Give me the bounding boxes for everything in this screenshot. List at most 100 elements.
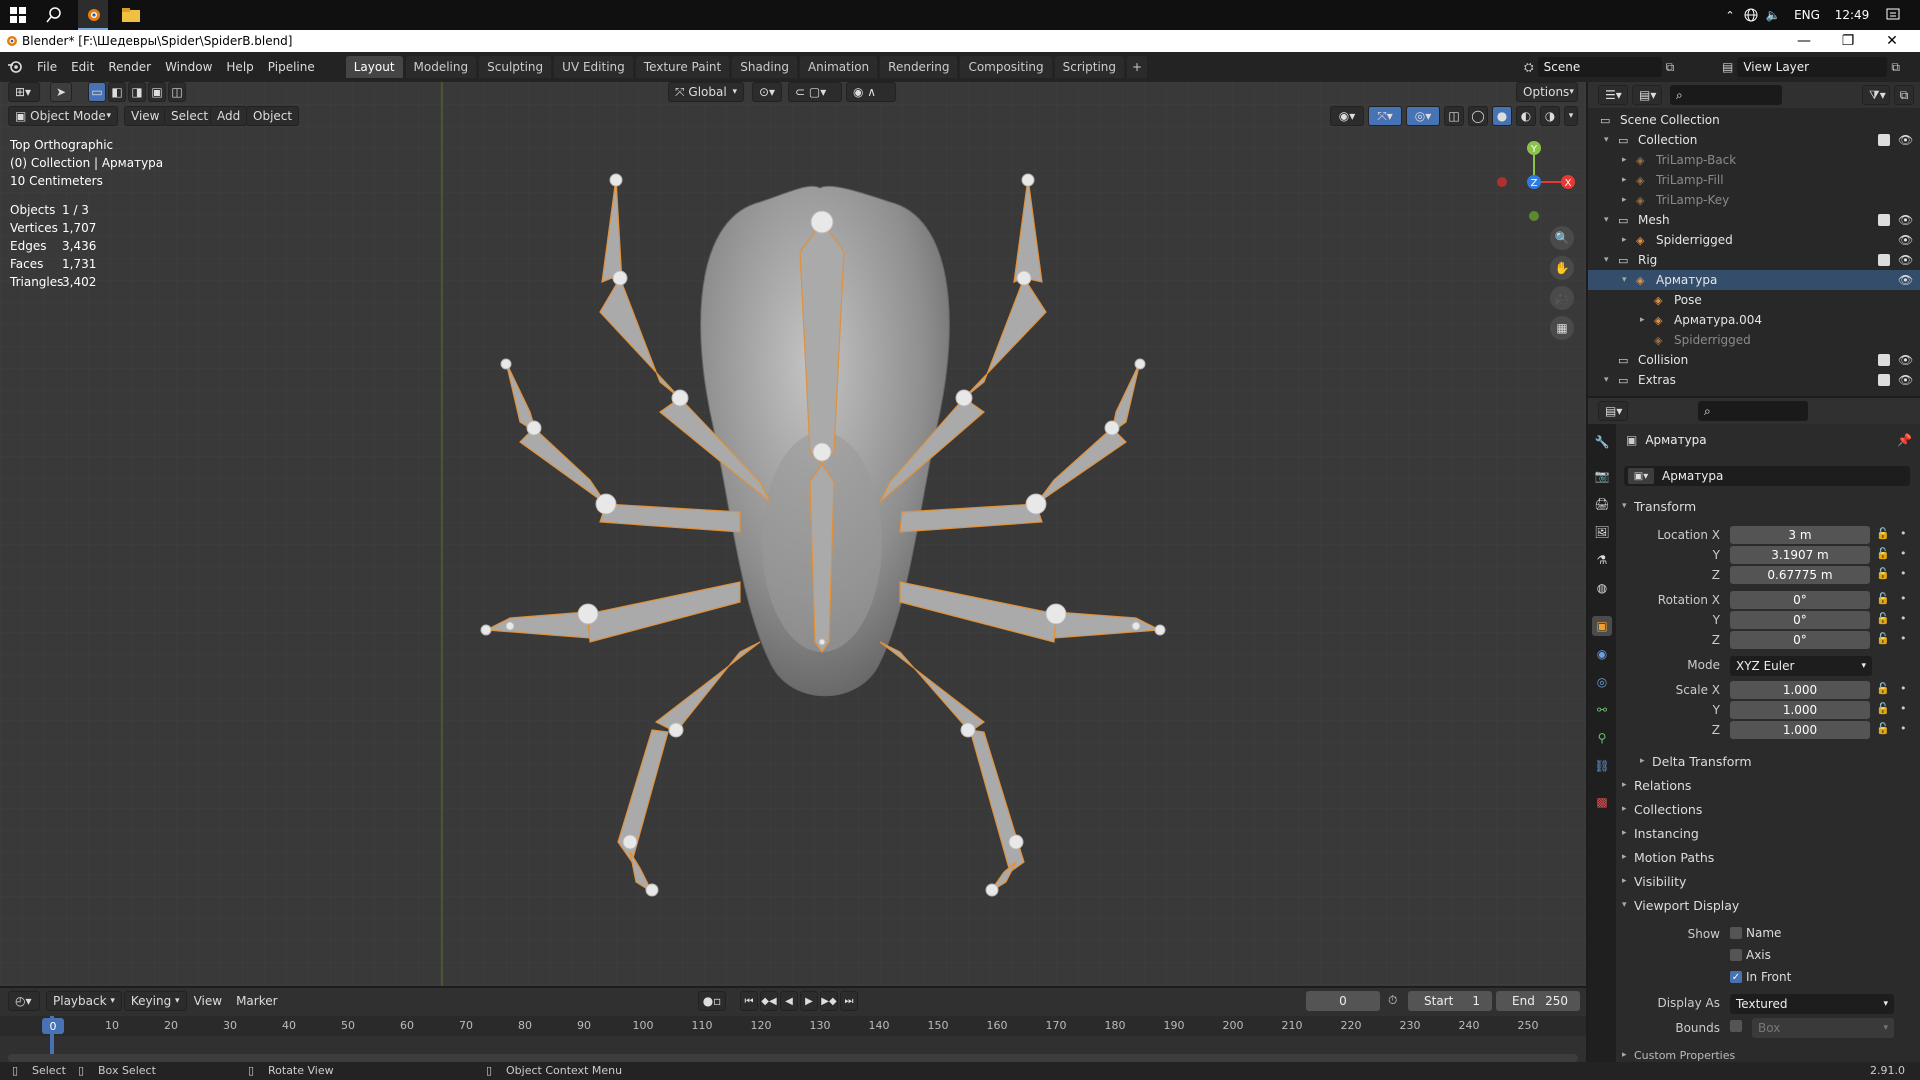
play-reverse-icon[interactable]: ◀ [780,991,798,1011]
select-tool-icon[interactable]: ➤ [50,82,72,102]
display-as-dropdown[interactable]: Textured ▾ [1730,994,1894,1014]
eye-icon[interactable]: 👁 [1898,273,1913,287]
show-axis-checkbox[interactable]: Axis [1730,948,1771,962]
exclude-checkbox[interactable] [1878,254,1890,266]
bounds-type-dropdown[interactable]: Box ▾ [1752,1018,1894,1038]
keyframe-dot-icon[interactable]: • [1900,632,1907,645]
lock-icon[interactable]: 🔓 [1876,547,1890,560]
stopwatch-icon[interactable]: ⏱ [1388,993,1397,1008]
outliner-row[interactable]: ▸ ◈ TriLamp-Fill [1588,170,1920,190]
material-shading-icon[interactable]: ◐ [1516,106,1536,126]
wireframe-shading-icon[interactable]: ◯ [1468,106,1488,126]
rotation-mode-dropdown[interactable]: XYZ Euler ▾ [1730,656,1872,676]
keying-menu[interactable]: Keying ▾ [123,991,187,1011]
expanded-arrow-icon[interactable]: ▾ [1604,255,1609,265]
eye-icon[interactable]: 👁 [1898,353,1913,367]
object-data-tab-icon[interactable]: ⚯ [1592,700,1612,720]
bone-tab-icon[interactable]: ⚲ [1592,728,1612,748]
lock-icon[interactable]: 🔓 [1876,592,1890,605]
select-extend-icon[interactable]: ◧ [108,82,126,102]
outliner-row[interactable]: ▭ Collision 👁 [1588,350,1920,370]
scene-field[interactable]: Scene [1537,57,1662,77]
filter-icon[interactable]: ⧩▾ [1862,85,1890,105]
object-browse-icon[interactable]: ▣▾ [1628,468,1654,484]
outliner-row[interactable]: ▸ ◈ Арматура.004 [1588,310,1920,330]
pivot-point-icon[interactable]: ⊙▾ [752,82,782,102]
lock-icon[interactable]: 🔓 [1876,612,1890,625]
end-frame-field[interactable]: End 250 [1496,991,1580,1011]
world-tab-icon[interactable]: ◍ [1592,578,1612,598]
select-intersect-icon[interactable]: ◫ [168,82,186,102]
camera-icon[interactable]: 🎥 [1550,286,1574,310]
windows-start-icon[interactable] [4,0,32,30]
clock[interactable]: 12:49 [1830,0,1874,30]
menu-edit[interactable]: Edit [64,60,101,74]
current-frame-field[interactable]: 0 [1306,991,1380,1011]
bounds-checkbox[interactable] [1730,1020,1742,1032]
timeline-editor-type-icon[interactable]: ◴▾ [8,991,40,1011]
location-z-field[interactable]: 0.67775 m [1730,566,1870,584]
record-keyframe-icon[interactable]: ●▫ [698,991,726,1011]
add-workspace-button[interactable]: + [1127,56,1148,78]
output-tab-icon[interactable]: 🖨 [1592,494,1612,514]
notifications-icon[interactable] [1878,0,1908,30]
shading-options-icon[interactable]: ▾ [1564,106,1578,126]
outliner-row[interactable]: ▾ ◈ Арматура 👁 [1588,270,1920,290]
jump-end-icon[interactable]: ⏭ [840,991,858,1011]
zoom-icon[interactable]: 🔍 [1550,226,1574,250]
display-mode-icon[interactable]: ▤▾ [1632,85,1662,105]
timeline-marker-menu[interactable]: Marker [229,994,284,1008]
expanded-arrow-icon[interactable]: ▾ [1604,375,1609,385]
lock-icon[interactable]: 🔓 [1876,567,1890,580]
view-layer-tab-icon[interactable]: 🖼 [1592,522,1612,542]
exclude-checkbox[interactable] [1878,354,1890,366]
keyframe-dot-icon[interactable]: • [1900,592,1907,605]
outliner-row[interactable]: ▾ ▭ Collection 👁 [1588,130,1920,150]
close-button[interactable]: ✕ [1872,30,1912,52]
eye-icon[interactable]: 👁 [1898,213,1913,227]
outliner-row[interactable]: ▸ ◈ TriLamp-Back [1588,150,1920,170]
outliner-search-input[interactable]: ⌕ [1670,85,1782,105]
lock-icon[interactable]: 🔓 [1876,527,1890,540]
tool-tab-icon[interactable]: 🔧 [1592,432,1612,452]
perspective-grid-icon[interactable]: ▦ [1550,316,1574,340]
motion-paths-panel[interactable]: ▸ Motion Paths [1622,847,1714,867]
menu-help[interactable]: Help [219,60,260,74]
tab-sculpting[interactable]: Sculpting [479,56,552,78]
keyframe-dot-icon[interactable]: • [1900,567,1907,580]
playback-menu[interactable]: Playback ▾ [46,991,122,1011]
keyframe-dot-icon[interactable]: • [1900,722,1907,735]
outliner-row[interactable]: ▾ ▭ Rig 👁 [1588,250,1920,270]
outliner-editor-type-icon[interactable]: ☰▾ [1598,85,1628,105]
xray-toggle-icon[interactable]: ◫ [1444,106,1464,126]
instancing-panel[interactable]: ▸ Instancing [1622,823,1699,843]
menu-window[interactable]: Window [158,60,219,74]
modifiers-tab-icon[interactable]: ◉ [1592,644,1612,664]
solid-shading-icon[interactable]: ● [1492,106,1512,126]
gizmo-neg-y-icon[interactable] [1529,211,1539,221]
expanded-arrow-icon[interactable]: ▾ [1604,135,1609,145]
viewport-display-panel[interactable]: ▾ Viewport Display [1622,895,1739,915]
outliner-row[interactable]: ▸ ◈ Spiderrigged 👁 [1588,230,1920,250]
add-menu[interactable]: Add [210,106,248,126]
exclude-checkbox[interactable] [1878,214,1890,226]
gizmo-toggle-icon[interactable]: ⤧▾ [1368,106,1402,126]
render-tab-icon[interactable]: 📷 [1592,466,1612,486]
search-icon[interactable] [40,0,68,30]
blender-taskbar-icon[interactable] [78,0,108,30]
object-name-field[interactable]: ▣▾ Арматура [1624,466,1910,486]
exclude-checkbox[interactable] [1878,134,1890,146]
visibility-icon[interactable]: ◉▾ [1330,106,1364,126]
lock-icon[interactable]: 🔓 [1876,632,1890,645]
delta-transform-subpanel[interactable]: ▸ Delta Transform [1640,751,1752,771]
rotation-y-field[interactable]: 0° [1730,611,1870,629]
physics-tab-icon[interactable]: ◎ [1592,672,1612,692]
collapsed-arrow-icon[interactable]: ▸ [1622,195,1627,205]
options-dropdown[interactable]: Options ▾ [1516,82,1578,102]
outliner-row[interactable]: ◈ Spiderrigged [1588,330,1920,350]
tab-scripting[interactable]: Scripting [1054,56,1125,78]
tab-layout[interactable]: Layout [345,56,403,78]
orientation-dropdown[interactable]: ⤧ Global ▾ [668,82,744,102]
tab-compositing[interactable]: Compositing [960,56,1052,78]
new-view-layer-icon[interactable]: ⧉ [1891,60,1900,75]
